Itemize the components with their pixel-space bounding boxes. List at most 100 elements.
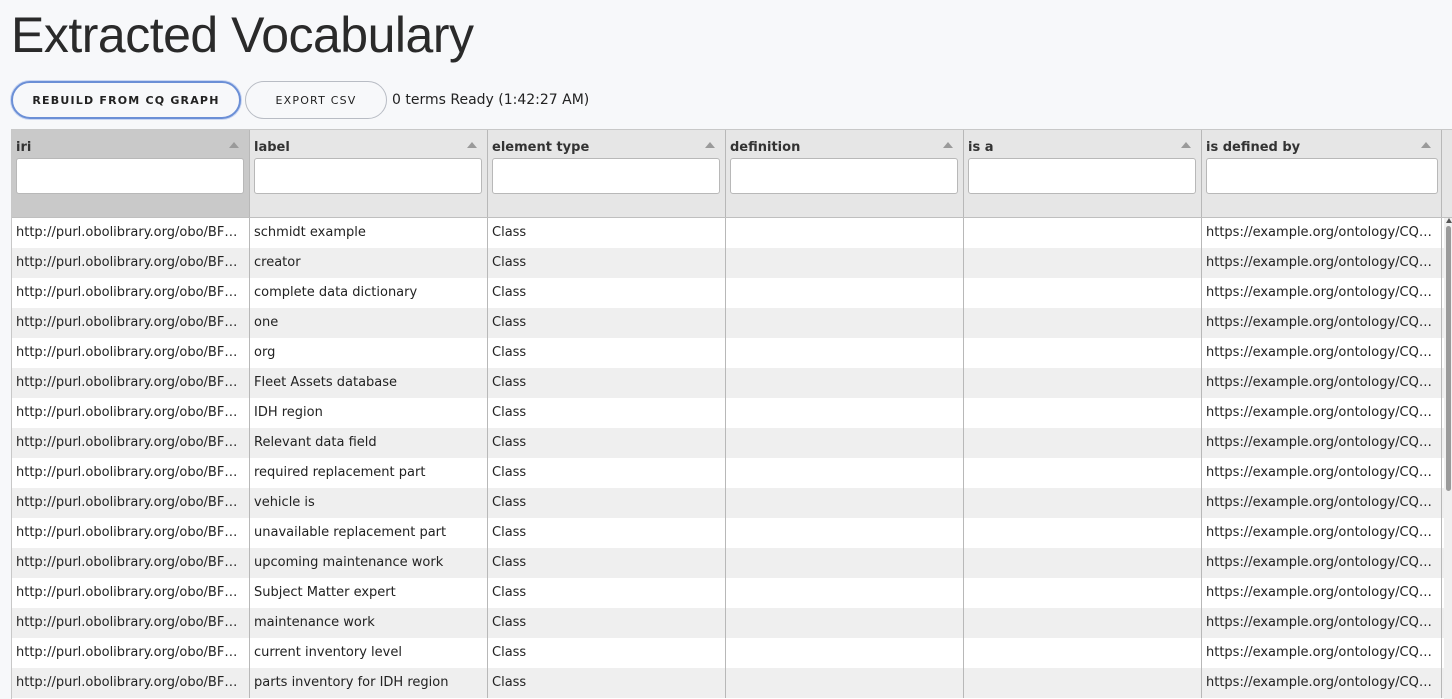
column-header-is-defined-by[interactable]: is defined by [1202,130,1442,217]
table-cell[interactable]: https://example.org/ontology/CQD... [1202,338,1442,368]
table-cell[interactable]: org [250,338,488,368]
table-cell[interactable] [726,548,964,578]
table-row[interactable]: http://purl.obolibrary.org/obo/BFO... par… [12,668,1452,698]
table-cell[interactable] [726,398,964,428]
table-row[interactable]: http://purl.obolibrary.org/obo/BFO... upc… [12,548,1452,578]
filter-input-is-a[interactable] [968,158,1196,194]
table-cell[interactable] [964,488,1202,518]
table-cell[interactable] [964,548,1202,578]
table-cell[interactable] [964,638,1202,668]
table-cell[interactable] [964,278,1202,308]
table-cell[interactable]: Class [488,638,726,668]
table-cell[interactable]: Class [488,218,726,248]
table-cell[interactable]: Relevant data field [250,428,488,458]
table-row[interactable]: http://purl.obolibrary.org/obo/BFO... org… [12,338,1452,368]
table-cell[interactable] [726,278,964,308]
filter-input-label[interactable] [254,158,482,194]
table-cell[interactable]: upcoming maintenance work [250,548,488,578]
table-cell[interactable]: http://purl.obolibrary.org/obo/BFO... [12,518,250,548]
table-row[interactable]: http://purl.obolibrary.org/obo/BFO... cur… [12,638,1452,668]
table-row[interactable]: http://purl.obolibrary.org/obo/BFO... una… [12,518,1452,548]
table-cell[interactable]: http://purl.obolibrary.org/obo/BFO... [12,578,250,608]
table-cell[interactable]: unavailable replacement part [250,518,488,548]
table-row[interactable]: http://purl.obolibrary.org/obo/BFO... Fle… [12,368,1452,398]
table-cell[interactable]: https://example.org/ontology/CQD... [1202,218,1442,248]
table-cell[interactable]: https://example.org/ontology/CQD... [1202,518,1442,548]
table-cell[interactable]: Class [488,578,726,608]
sort-asc-icon[interactable] [467,142,477,148]
table-cell[interactable]: vehicle is [250,488,488,518]
table-cell[interactable] [964,458,1202,488]
table-cell[interactable]: https://example.org/ontology/CQD... [1202,308,1442,338]
table-cell[interactable] [964,338,1202,368]
table-cell[interactable] [726,368,964,398]
table-cell[interactable] [726,428,964,458]
column-header-definition[interactable]: definition [726,130,964,217]
table-cell[interactable] [726,668,964,698]
table-cell[interactable] [726,308,964,338]
sort-asc-icon[interactable] [943,142,953,148]
table-cell[interactable] [964,428,1202,458]
table-cell[interactable]: http://purl.obolibrary.org/obo/BFO... [12,548,250,578]
vertical-scrollbar[interactable] [1444,218,1452,699]
table-cell[interactable]: Class [488,368,726,398]
table-cell[interactable]: https://example.org/ontology/CQD... [1202,458,1442,488]
table-cell[interactable]: IDH region [250,398,488,428]
table-cell[interactable]: Class [488,278,726,308]
table-cell[interactable]: Class [488,548,726,578]
table-cell[interactable] [964,248,1202,278]
table-cell[interactable]: schmidt example [250,218,488,248]
scroll-thumb[interactable] [1446,226,1451,491]
table-cell[interactable]: Class [488,428,726,458]
table-row[interactable]: http://purl.obolibrary.org/obo/BFO... sch… [12,218,1452,248]
table-cell[interactable]: https://example.org/ontology/CQD... [1202,428,1442,458]
scroll-up-icon[interactable] [1446,218,1452,223]
table-cell[interactable]: http://purl.obolibrary.org/obo/BFO... [12,368,250,398]
filter-input-definition[interactable] [730,158,958,194]
table-cell[interactable]: Class [488,668,726,698]
table-cell[interactable]: http://purl.obolibrary.org/obo/BFO... [12,398,250,428]
table-cell[interactable]: Class [488,488,726,518]
table-cell[interactable]: current inventory level [250,638,488,668]
filter-input-iri[interactable] [16,158,244,194]
table-row[interactable]: http://purl.obolibrary.org/obo/BFO... one… [12,308,1452,338]
sort-asc-icon[interactable] [229,142,239,148]
table-cell[interactable]: https://example.org/ontology/CQD... [1202,248,1442,278]
table-cell[interactable] [964,218,1202,248]
table-row[interactable]: http://purl.obolibrary.org/obo/BFO... cre… [12,248,1452,278]
table-cell[interactable]: https://example.org/ontology/CQD... [1202,278,1442,308]
table-cell[interactable]: Class [488,608,726,638]
table-cell[interactable]: https://example.org/ontology/CQD... [1202,638,1442,668]
table-cell[interactable]: https://example.org/ontology/CQD... [1202,368,1442,398]
table-cell[interactable]: https://example.org/ontology/CQD... [1202,578,1442,608]
table-row[interactable]: http://purl.obolibrary.org/obo/BFO... veh… [12,488,1452,518]
table-cell[interactable] [964,308,1202,338]
table-cell[interactable]: Class [488,518,726,548]
table-cell[interactable]: https://example.org/ontology/CQD... [1202,608,1442,638]
table-cell[interactable]: creator [250,248,488,278]
table-cell[interactable]: https://example.org/ontology/CQD... [1202,548,1442,578]
sort-asc-icon[interactable] [705,142,715,148]
table-cell[interactable]: Class [488,338,726,368]
table-row[interactable]: http://purl.obolibrary.org/obo/BFO... IDH… [12,398,1452,428]
table-cell[interactable]: http://purl.obolibrary.org/obo/BFO... [12,488,250,518]
table-cell[interactable]: https://example.org/ontology/CQD... [1202,398,1442,428]
table-cell[interactable]: Class [488,248,726,278]
table-row[interactable]: http://purl.obolibrary.org/obo/BFO... Sub… [12,578,1452,608]
table-cell[interactable]: https://example.org/ontology/CQD... [1202,488,1442,518]
table-row[interactable]: http://purl.obolibrary.org/obo/BFO... req… [12,458,1452,488]
table-cell[interactable]: http://purl.obolibrary.org/obo/BFO... [12,308,250,338]
table-cell[interactable] [964,668,1202,698]
table-row[interactable]: http://purl.obolibrary.org/obo/BFO... com… [12,278,1452,308]
export-csv-button[interactable]: EXPORT CSV [245,81,387,119]
table-cell[interactable]: http://purl.obolibrary.org/obo/BFO... [12,608,250,638]
rebuild-button[interactable]: REBUILD FROM CQ GRAPH [11,81,241,119]
table-cell[interactable]: maintenance work [250,608,488,638]
table-cell[interactable]: http://purl.obolibrary.org/obo/BFO... [12,428,250,458]
table-row[interactable]: http://purl.obolibrary.org/obo/BFO... mai… [12,608,1452,638]
table-row[interactable]: http://purl.obolibrary.org/obo/BFO... Rel… [12,428,1452,458]
table-cell[interactable] [726,638,964,668]
table-cell[interactable]: http://purl.obolibrary.org/obo/BFO... [12,278,250,308]
table-cell[interactable]: http://purl.obolibrary.org/obo/BFO... [12,338,250,368]
table-cell[interactable]: https://example.org/ontology/CQD... [1202,668,1442,698]
